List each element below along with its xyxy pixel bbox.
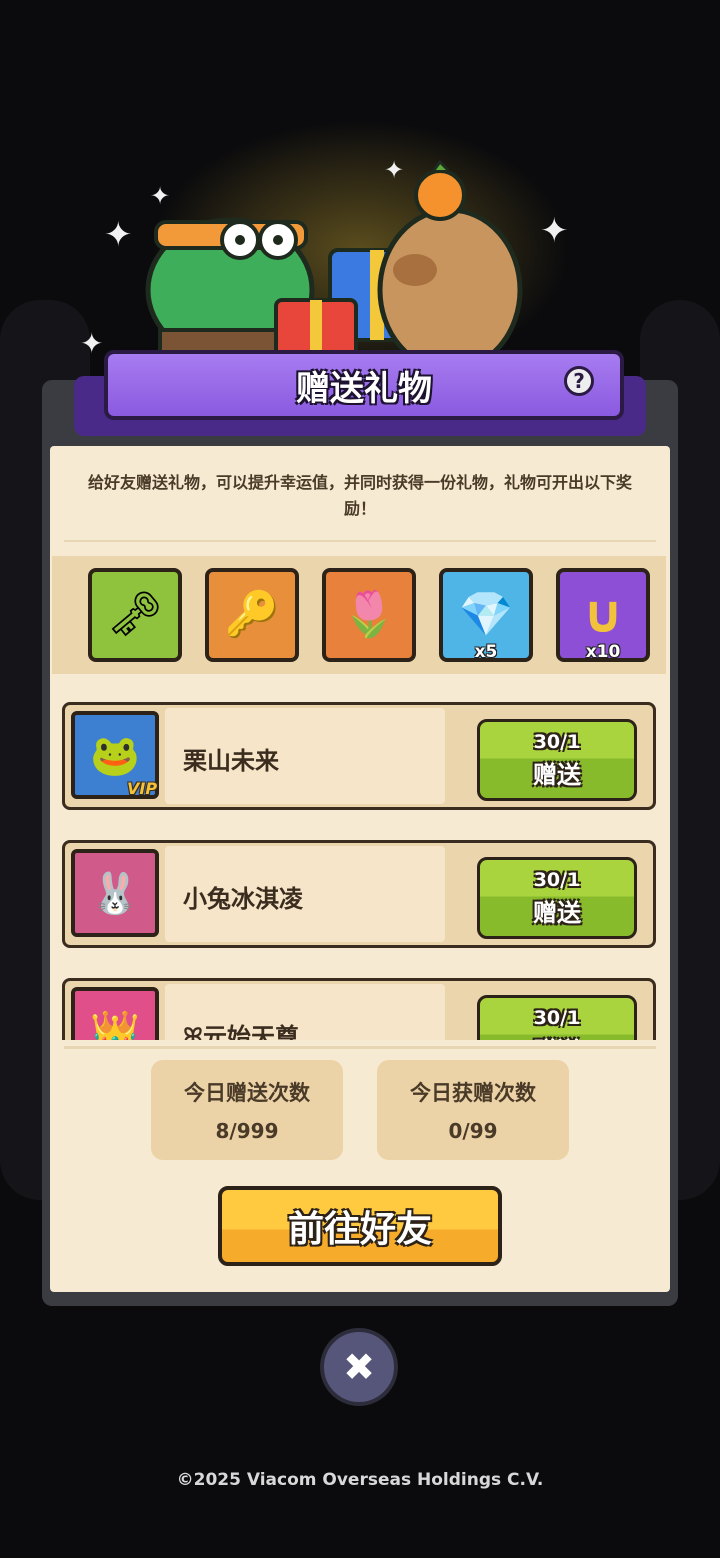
send-count: 30/1	[533, 730, 581, 753]
gift-description: 给好友赠送礼物，可以提升幸运值，并同时获得一份礼物，礼物可开出以下奖励！	[87, 473, 632, 518]
gold-key-icon: 🔑	[224, 589, 280, 640]
sent-count-label: 今日赠送次数	[184, 1081, 310, 1105]
sparkle-icon: ✦	[384, 156, 405, 184]
send-count: 30/1	[533, 868, 581, 891]
reward-preview-strip[interactable]: 🗝 🔑 🌷 💎 x5 ∪ x10	[52, 556, 666, 674]
reward-crystal[interactable]: 💎 x5	[439, 568, 533, 662]
received-count-value: 0/99	[448, 1119, 498, 1143]
send-gift-button[interactable]: 30/1 赠送	[477, 719, 637, 801]
bunny-avatar-icon[interactable]: 🐰	[71, 849, 159, 937]
hero-illustration	[90, 140, 650, 373]
received-count-box: 今日获赠次数 0/99	[377, 1060, 569, 1160]
reward-count: x5	[474, 642, 498, 662]
reward-horseshoe[interactable]: ∪ x10	[556, 568, 650, 662]
vip-badge: VIP	[127, 779, 158, 798]
sparkle-icon: ✦	[80, 327, 104, 360]
sent-count-value: 8/999	[215, 1119, 279, 1143]
friend-row: 🐰 小兔冰淇凌 30/1 赠送	[62, 840, 656, 948]
title-banner: 赠送礼物 ?	[104, 350, 624, 420]
reward-count: x10	[585, 642, 621, 662]
friend-name: 小兔冰淇凌	[183, 885, 303, 913]
friend-row: 👑 ꕤ元始天尊 30/1 赠送	[62, 978, 656, 1040]
dialog-title: 赠送礼物	[296, 368, 432, 409]
turtle-and-capybara-illustration	[145, 159, 523, 373]
friend-row: 🐸 VIP 栗山未来 30/1 赠送	[62, 702, 656, 810]
reward-flower-key[interactable]: 🌷	[322, 568, 416, 662]
close-icon[interactable]: ✖	[320, 1328, 398, 1406]
silver-key-icon: 🗝	[107, 589, 163, 640]
friend-name: ꕤ元始天尊	[183, 1023, 299, 1040]
send-count: 30/1	[533, 1006, 581, 1029]
sparkle-icon: ✦	[150, 182, 171, 210]
reward-silver-key[interactable]: 🗝	[88, 568, 182, 662]
close-glyph: ✖	[343, 1345, 375, 1389]
sparkle-icon: ✦	[540, 211, 569, 251]
goto-friends-button[interactable]: 前往好友	[218, 1186, 502, 1266]
divider	[64, 540, 656, 542]
received-count-label: 今日获赠次数	[410, 1081, 536, 1105]
question-icon[interactable]: ?	[564, 366, 594, 396]
reward-gold-key[interactable]: 🔑	[205, 568, 299, 662]
divider	[64, 1046, 656, 1049]
send-label: 赠送	[533, 898, 581, 927]
horseshoe-icon: ∪	[581, 585, 625, 645]
crown-avatar-icon[interactable]: 👑	[71, 987, 159, 1040]
send-gift-button[interactable]: 30/1 赠送	[477, 995, 637, 1040]
friend-list[interactable]: 🐸 VIP 栗山未来 30/1 赠送 🐰 小兔冰淇凌 30/1 赠送 👑 ꕤ元始…	[52, 694, 666, 1040]
sparkle-icon: ✦	[104, 215, 133, 255]
sent-count-box: 今日赠送次数 8/999	[151, 1060, 343, 1160]
copyright-text: ©2025 Viacom Overseas Holdings C.V.	[176, 1470, 544, 1490]
friend-name: 栗山未来	[183, 747, 279, 775]
goto-friends-label: 前往好友	[287, 1209, 432, 1250]
help-label: ?	[573, 369, 585, 393]
crystal-icon: 💎	[458, 589, 514, 640]
flower-key-icon: 🌷	[341, 589, 397, 640]
send-gift-button[interactable]: 30/1 赠送	[477, 857, 637, 939]
send-label: 赠送	[533, 1031, 581, 1041]
send-label: 赠送	[533, 760, 581, 789]
